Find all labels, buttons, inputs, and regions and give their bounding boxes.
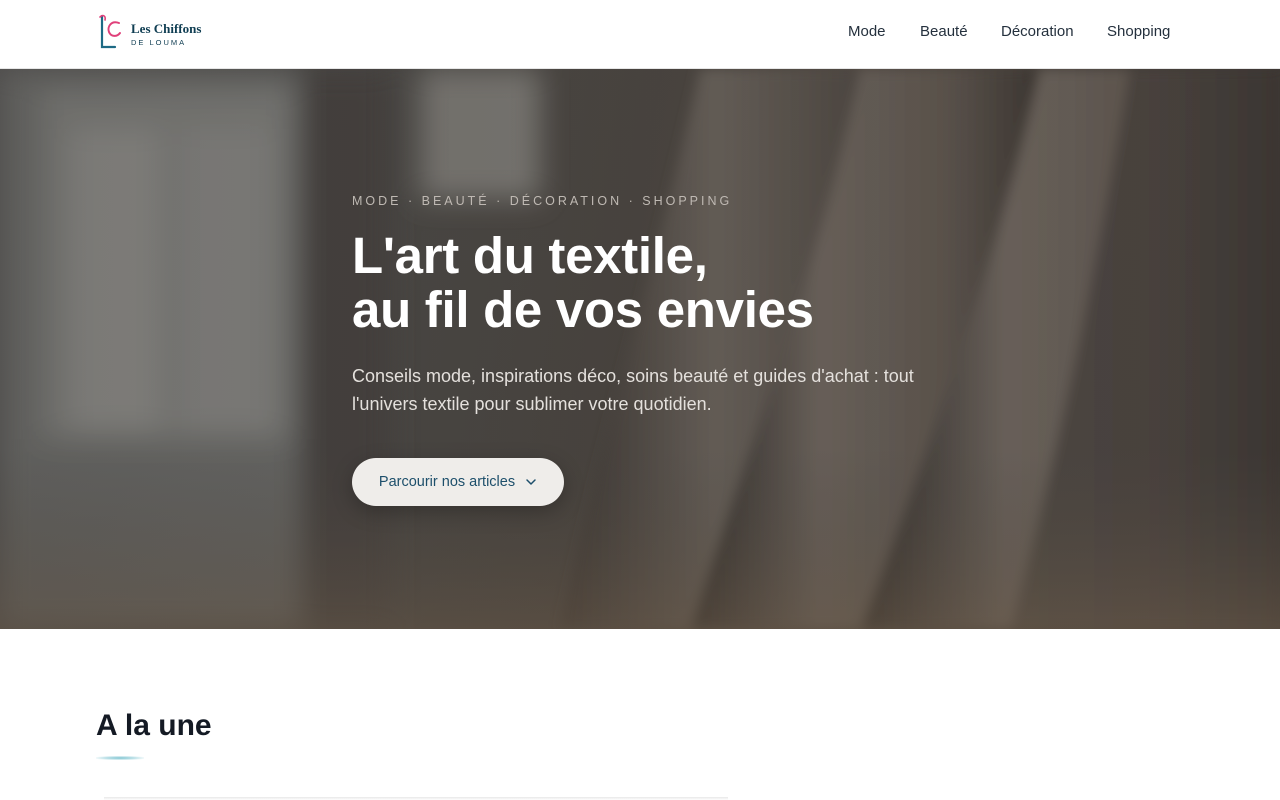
hero-content: MODE · BEAUTÉ · DÉCORATION · SHOPPING L'… [352,69,972,629]
logo-mark-icon [99,14,121,49]
hero-title-line-2: au fil de vos envies [352,281,814,338]
nav-link-mode[interactable]: Mode [848,23,886,40]
site-logo[interactable]: Les Chiffons DE LOUMA [97,13,217,51]
featured-section: A la une [0,629,1280,800]
nav-link-beaute[interactable]: Beauté [920,23,968,40]
hero-kicker: MODE · BEAUTÉ · DÉCORATION · SHOPPING [352,194,733,208]
hero-title: L'art du textile, au fil de vos envies [352,229,972,337]
hero-section: MODE · BEAUTÉ · DÉCORATION · SHOPPING L'… [0,69,1280,629]
chevron-down-icon [526,479,536,485]
logo-tagline: DE LOUMA [131,38,187,47]
site-header: Les Chiffons DE LOUMA Mode Beauté Décora… [0,0,1280,69]
hero-description: Conseils mode, inspirations déco, soins … [352,366,914,414]
section-title: A la une [96,709,212,742]
logo-title: Les Chiffons [131,21,202,36]
section-title-accent [96,756,144,760]
browse-articles-button[interactable]: Parcourir nos articles [352,458,564,506]
nav-link-shopping[interactable]: Shopping [1107,23,1170,40]
browse-articles-label: Parcourir nos articles [378,474,516,490]
hero-title-line-1: L'art du textile, [352,227,708,284]
nav-link-decoration[interactable]: Décoration [1001,23,1074,40]
